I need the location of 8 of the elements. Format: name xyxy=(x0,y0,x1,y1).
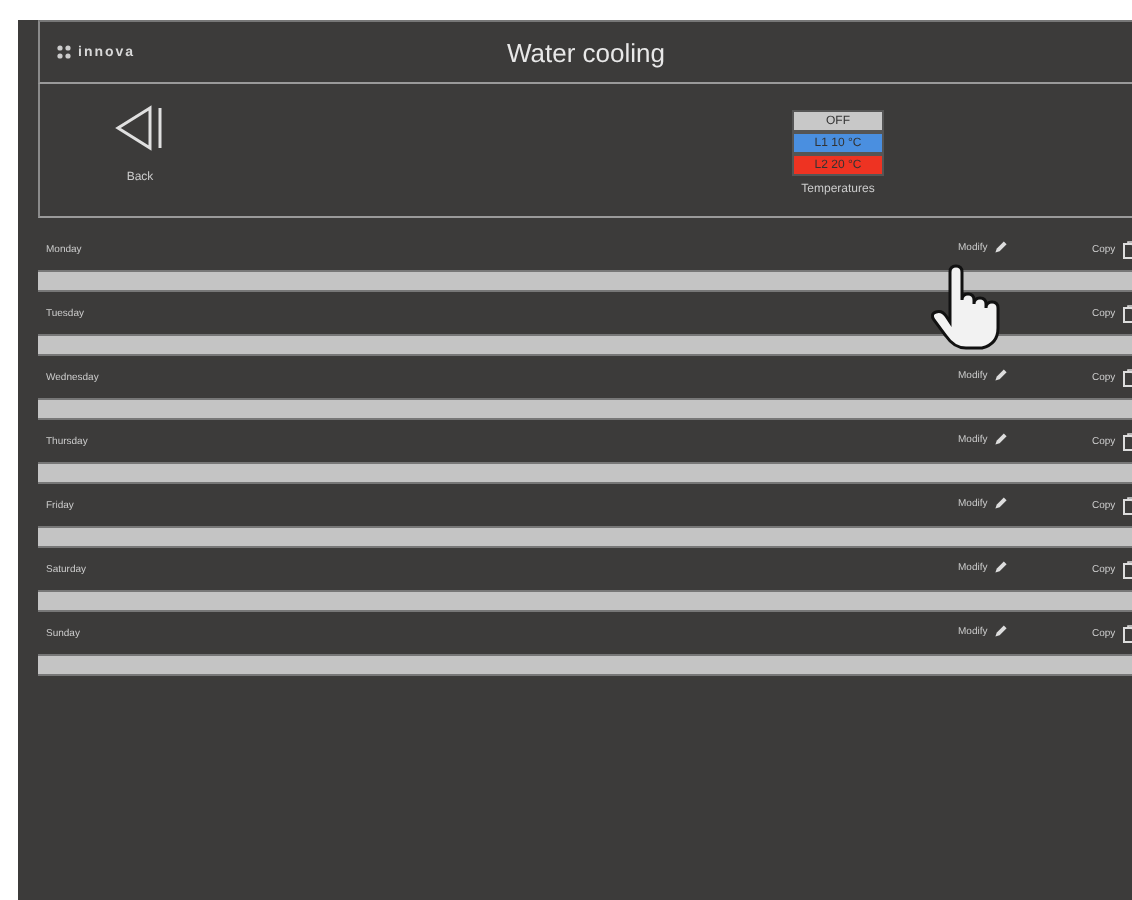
pencil-icon xyxy=(993,624,1008,638)
pencil-icon xyxy=(993,560,1008,574)
logo-icon xyxy=(56,44,72,60)
pencil-icon xyxy=(993,240,1008,254)
pencil-icon xyxy=(993,432,1008,446)
window-title: Water cooling xyxy=(507,37,665,67)
pencil-icon xyxy=(993,368,1008,382)
pencil-icon xyxy=(993,496,1008,510)
